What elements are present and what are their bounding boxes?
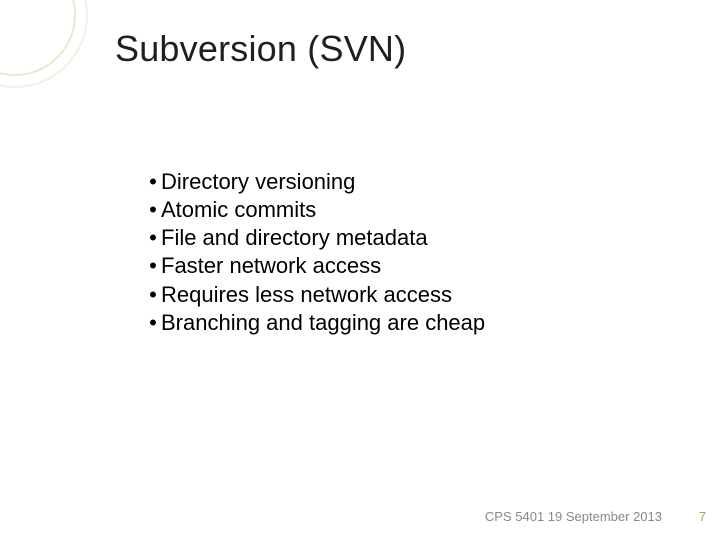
list-item: •Directory versioning [145, 168, 485, 196]
footer-text: CPS 5401 19 September 2013 [485, 509, 662, 524]
list-item: •Branching and tagging are cheap [145, 309, 485, 337]
list-item: •Atomic commits [145, 196, 485, 224]
list-item-text: Atomic commits [161, 196, 316, 224]
list-item-text: Faster network access [161, 252, 381, 280]
list-item-text: Directory versioning [161, 168, 355, 196]
list-item-text: Branching and tagging are cheap [161, 309, 485, 337]
list-item: •Requires less network access [145, 281, 485, 309]
page-number: 7 [699, 509, 706, 524]
list-item-text: File and directory metadata [161, 224, 428, 252]
list-item-text: Requires less network access [161, 281, 452, 309]
list-item: •File and directory metadata [145, 224, 485, 252]
slide-title: Subversion (SVN) [115, 28, 406, 70]
bullet-list: •Directory versioning •Atomic commits •F… [145, 168, 485, 337]
decorative-circles [0, 0, 110, 110]
list-item: •Faster network access [145, 252, 485, 280]
